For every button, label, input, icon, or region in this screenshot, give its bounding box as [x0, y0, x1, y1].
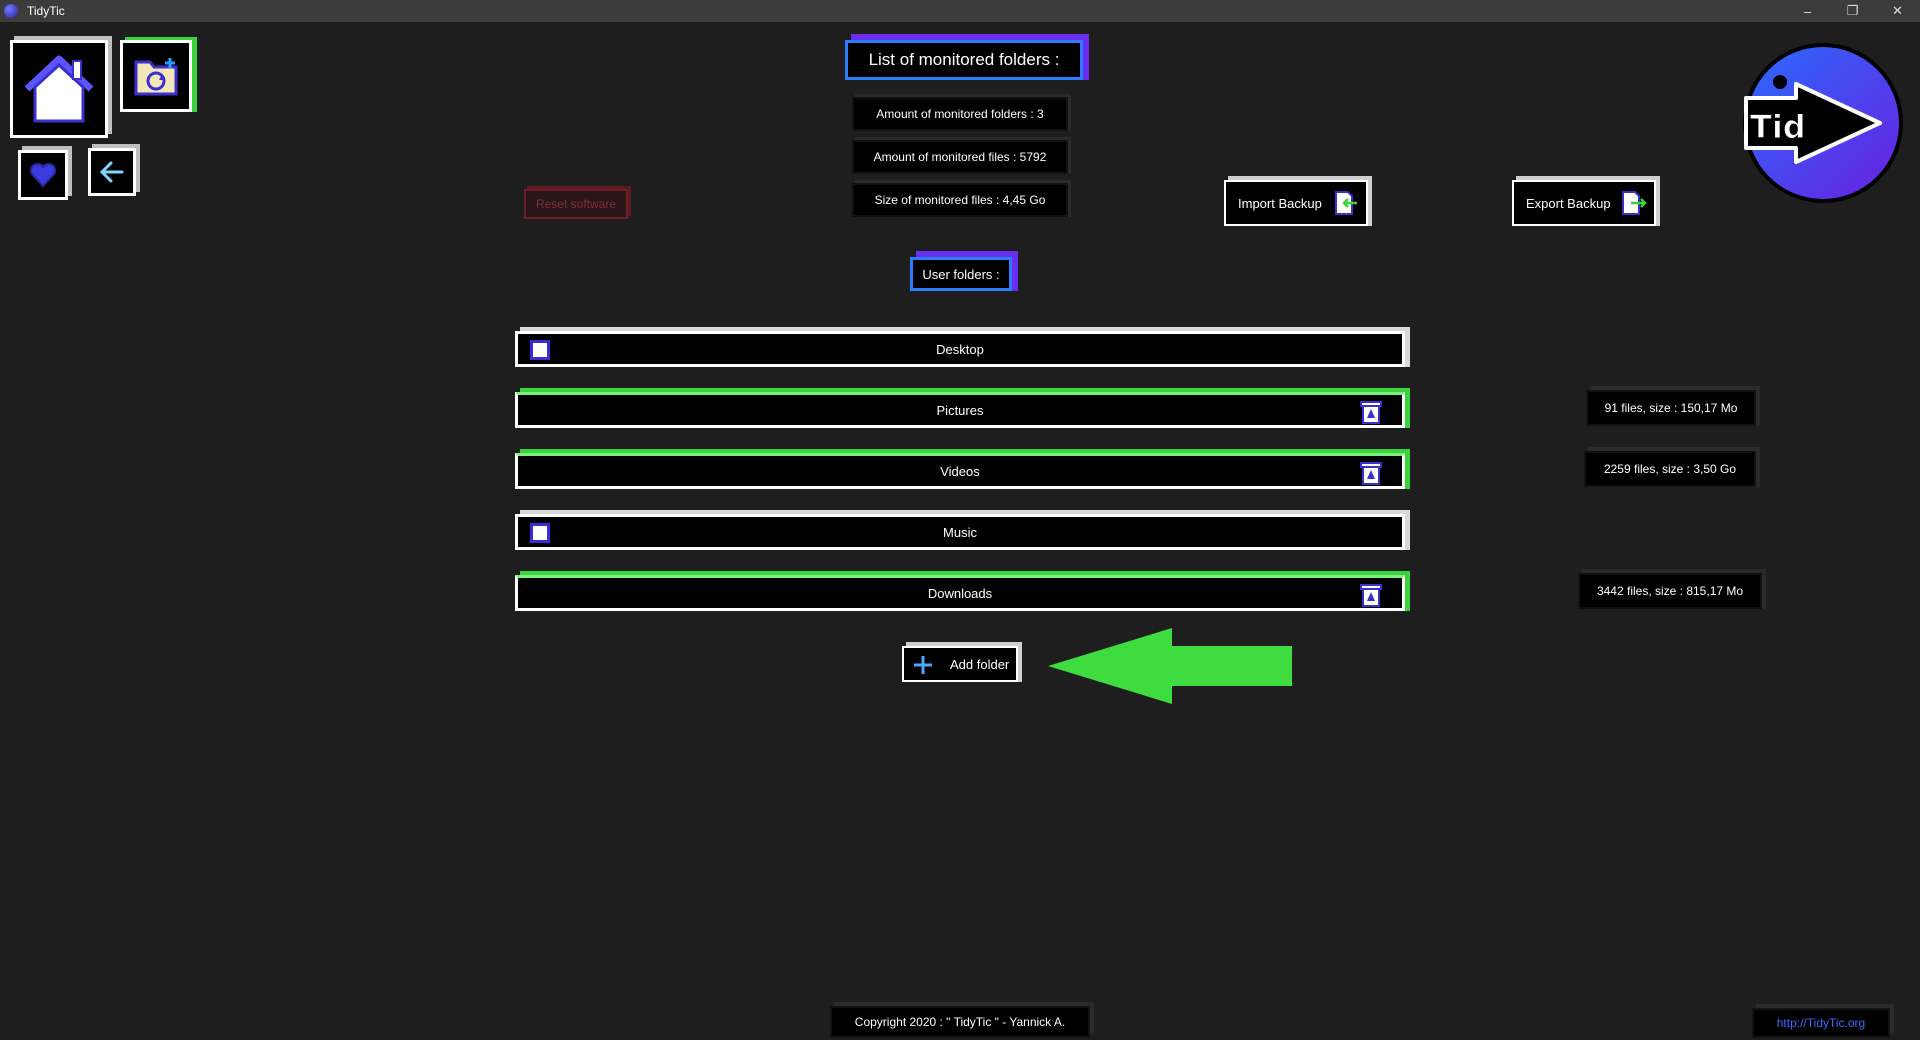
folder-info-downloads: 3442 files, size : 815,17 Mo: [1578, 573, 1762, 609]
title-bar: TidyTic – ❐ ✕: [0, 0, 1920, 22]
app-logo-icon: [4, 4, 18, 18]
folder-name: Music: [943, 524, 977, 540]
add-folder-button[interactable]: Add folder: [902, 646, 1018, 682]
restore-button[interactable]: ❐: [1830, 0, 1875, 22]
folder-row-pictures[interactable]: Pictures: [515, 392, 1405, 428]
trash-icon[interactable]: [1358, 399, 1384, 425]
import-backup-label: Import Backup: [1238, 195, 1322, 211]
app-window: TidyTic – ❐ ✕ List of monitored folders …: [0, 0, 1920, 1040]
import-backup-button[interactable]: Import Backup: [1224, 180, 1368, 226]
minimize-button[interactable]: –: [1785, 0, 1830, 22]
back-button[interactable]: [88, 148, 136, 196]
heart-icon: [29, 162, 57, 188]
monitored-folders-button[interactable]: [120, 40, 192, 112]
arrow-left-annotation-icon: [1048, 628, 1292, 704]
add-folder-label: Add folder: [950, 656, 1010, 672]
plus-icon: [914, 656, 932, 674]
favorites-button[interactable]: [18, 150, 68, 200]
monitor-toggle-checkbox[interactable]: [530, 523, 550, 543]
export-backup-button[interactable]: Export Backup: [1512, 180, 1656, 226]
home-icon: [24, 55, 94, 123]
close-button[interactable]: ✕: [1875, 0, 1920, 22]
folder-refresh-icon: [134, 58, 178, 96]
arrow-left-icon: [99, 161, 124, 183]
reset-software-button[interactable]: Reset software: [524, 189, 628, 219]
folder-name: Desktop: [936, 341, 984, 357]
folder-row-music[interactable]: Music: [515, 514, 1405, 550]
folder-row-videos[interactable]: Videos: [515, 453, 1405, 489]
export-icon: [1621, 191, 1647, 215]
window-title: TidyTic: [27, 4, 65, 18]
export-backup-label: Export Backup: [1526, 195, 1611, 211]
monitor-toggle-checkbox[interactable]: [530, 340, 550, 360]
folder-row-downloads[interactable]: Downloads: [515, 575, 1405, 611]
window-controls: – ❐ ✕: [1785, 0, 1920, 22]
stat-folders-count: Amount of monitored folders : 3: [852, 97, 1068, 131]
tidytic-logo: Tid: [1743, 43, 1903, 203]
user-folders-title: User folders :: [910, 257, 1012, 291]
copyright-text: Copyright 2020 : " TidyTic " - Yannick A…: [830, 1006, 1090, 1038]
home-button[interactable]: [10, 40, 108, 138]
folder-name: Pictures: [936, 402, 984, 418]
trash-icon[interactable]: [1358, 582, 1384, 608]
stat-files-count: Amount of monitored files : 5792: [852, 140, 1068, 174]
logo-text: Tid: [1750, 108, 1806, 146]
folder-name: Downloads: [927, 585, 993, 601]
import-icon: [1334, 191, 1357, 215]
folder-name: Videos: [940, 463, 980, 479]
stat-files-size: Size of monitored files : 4,45 Go: [852, 183, 1068, 217]
folder-info-pictures: 91 files, size : 150,17 Mo: [1586, 390, 1756, 426]
trash-icon[interactable]: [1358, 460, 1384, 486]
folder-info-videos: 2259 files, size : 3,50 Go: [1584, 451, 1756, 487]
folder-row-desktop[interactable]: Desktop: [515, 331, 1405, 367]
page-title: List of monitored folders :: [845, 40, 1083, 80]
website-link[interactable]: http://TidyTic.org: [1752, 1008, 1890, 1038]
